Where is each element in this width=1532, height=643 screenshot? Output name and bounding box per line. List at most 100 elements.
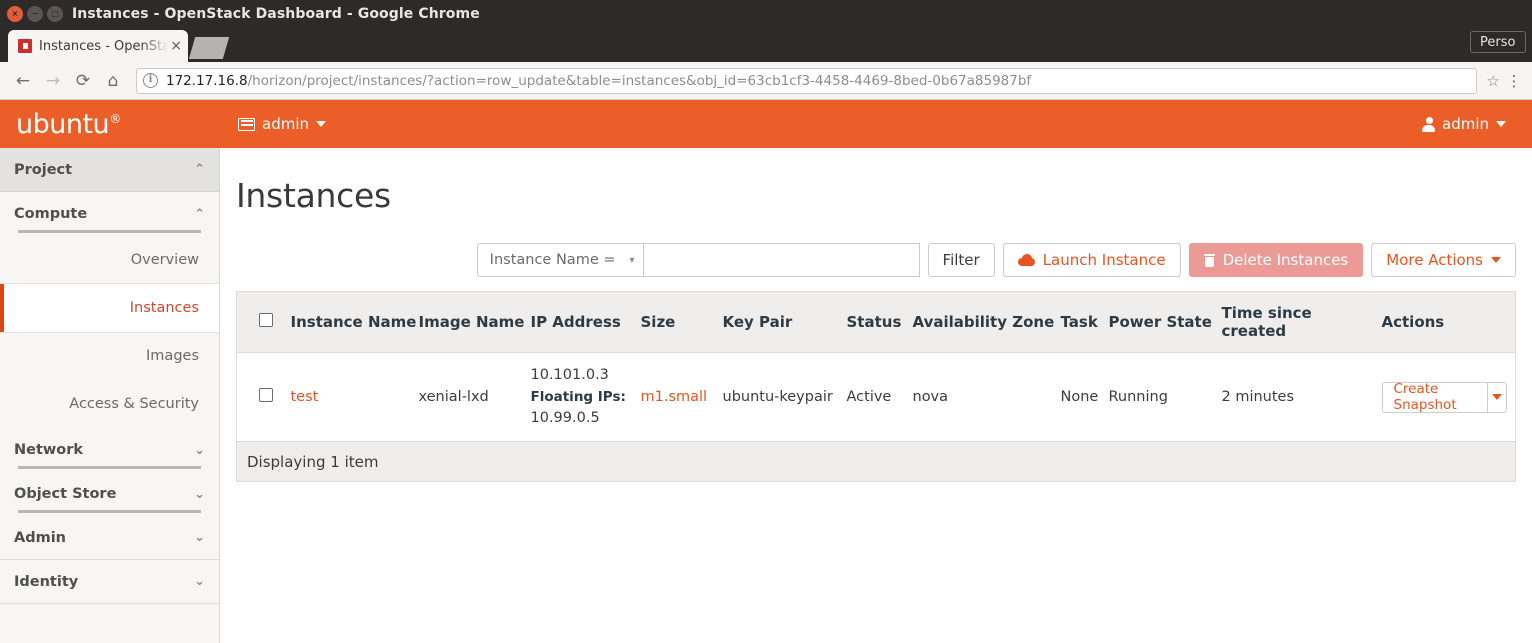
filter-button-label: Filter bbox=[943, 251, 980, 269]
address-bar[interactable]: i 172.17.16.8 /horizon/project/instances… bbox=[136, 68, 1477, 94]
sidebar-item-instances[interactable]: Instances bbox=[0, 284, 219, 332]
page-info-icon[interactable]: i bbox=[143, 73, 158, 88]
sidebar-group-network-label: Network bbox=[14, 442, 83, 458]
th-availability-zone[interactable]: Availability Zone bbox=[913, 292, 1061, 353]
th-image-name[interactable]: Image Name bbox=[419, 292, 531, 353]
launch-instance-label: Launch Instance bbox=[1043, 251, 1166, 269]
floating-ips-label: Floating IPs: bbox=[531, 387, 641, 408]
home-icon[interactable]: ⌂ bbox=[98, 66, 128, 96]
sidebar-group-admin[interactable]: Admin ⌄ bbox=[0, 516, 219, 560]
instances-table-body: test xenial-lxd 10.101.0.3 Floating IPs:… bbox=[237, 353, 1516, 442]
sidebar-item-access-security[interactable]: Access & Security bbox=[0, 380, 219, 428]
filter-field-select-label: Instance Name = bbox=[490, 252, 616, 268]
window-close-button[interactable]: × bbox=[7, 6, 23, 22]
back-icon[interactable]: ← bbox=[8, 66, 38, 96]
sidebar-group-project[interactable]: Project ⌃ bbox=[0, 148, 219, 192]
window-titlebar: × − □ Instances - OpenStack Dashboard - … bbox=[0, 0, 1532, 28]
ip-address-block: 10.101.0.3 Floating IPs: 10.99.0.5 bbox=[531, 364, 641, 430]
url-host: 172.17.16.8 bbox=[166, 73, 248, 89]
close-icon: × bbox=[12, 10, 19, 18]
trash-icon bbox=[1204, 254, 1215, 267]
profile-button-label: Perso bbox=[1480, 35, 1515, 50]
chevron-down-icon bbox=[1491, 257, 1501, 263]
launch-instance-button[interactable]: Launch Instance bbox=[1003, 243, 1181, 277]
main-content: Instances Instance Name = ▾ Filter Launc… bbox=[220, 148, 1532, 643]
sidebar-group-object-store-label: Object Store bbox=[14, 486, 116, 502]
url-path: /horizon/project/instances/?action=row_u… bbox=[248, 73, 1032, 89]
sidebar-group-compute[interactable]: Compute ⌃ bbox=[0, 192, 219, 236]
chevron-down-icon: ⌄ bbox=[194, 531, 205, 544]
floating-ip: 10.99.0.5 bbox=[531, 407, 641, 429]
table-header-row: Instance Name Image Name IP Address Size… bbox=[237, 292, 1516, 353]
more-actions-label: More Actions bbox=[1386, 251, 1483, 269]
row-actions-dropdown-toggle[interactable] bbox=[1488, 382, 1507, 413]
delete-instances-label: Delete Instances bbox=[1223, 251, 1349, 269]
chrome-menu-icon[interactable]: ⋮ bbox=[1504, 77, 1524, 85]
page-title: Instances bbox=[236, 176, 1516, 215]
sidebar-item-label: Images bbox=[146, 348, 199, 364]
ubuntu-logo: ubuntu® bbox=[0, 109, 230, 140]
cell-time-since-created: 2 minutes bbox=[1222, 353, 1382, 442]
openstack-favicon bbox=[18, 39, 32, 53]
row-actions-split-button: Create Snapshot bbox=[1382, 382, 1508, 413]
project-menu[interactable]: admin bbox=[230, 100, 334, 148]
more-actions-button[interactable]: More Actions bbox=[1371, 243, 1516, 277]
th-power-state[interactable]: Power State bbox=[1109, 292, 1222, 353]
th-status[interactable]: Status bbox=[847, 292, 913, 353]
th-instance-name[interactable]: Instance Name bbox=[291, 292, 419, 353]
create-snapshot-button[interactable]: Create Snapshot bbox=[1382, 382, 1488, 413]
instance-name-link[interactable]: test bbox=[291, 389, 319, 405]
sidebar-item-images[interactable]: Images bbox=[0, 332, 219, 380]
select-all-checkbox[interactable] bbox=[259, 313, 273, 327]
window-controls: × − □ bbox=[0, 6, 63, 22]
user-menu[interactable]: admin bbox=[1414, 100, 1514, 148]
user-menu-label: admin bbox=[1442, 115, 1489, 133]
th-time-since-created[interactable]: Time since created bbox=[1222, 292, 1382, 353]
th-size[interactable]: Size bbox=[641, 292, 723, 353]
th-select-all bbox=[237, 292, 291, 353]
dashboard-header: ubuntu® admin admin bbox=[0, 100, 1532, 148]
window-minimize-button[interactable]: − bbox=[27, 6, 43, 22]
bookmark-star-icon[interactable]: ☆ bbox=[1483, 72, 1504, 90]
create-snapshot-label: Create Snapshot bbox=[1394, 381, 1476, 413]
cell-row-select bbox=[237, 353, 291, 442]
filter-button[interactable]: Filter bbox=[928, 243, 995, 277]
browser-tab[interactable]: Instances - OpenStack Dashboard × bbox=[8, 30, 188, 62]
minimize-icon: − bbox=[32, 10, 39, 18]
table-row: test xenial-lxd 10.101.0.3 Floating IPs:… bbox=[237, 353, 1516, 442]
th-ip-address[interactable]: IP Address bbox=[531, 292, 641, 353]
window-title: Instances - OpenStack Dashboard - Google… bbox=[0, 6, 1532, 22]
profile-button[interactable]: Perso bbox=[1470, 31, 1526, 53]
sidebar-group-network[interactable]: Network ⌄ bbox=[0, 428, 219, 472]
sidebar: Project ⌃ Compute ⌃ Overview Instances I… bbox=[0, 148, 220, 643]
row-checkbox[interactable] bbox=[259, 388, 273, 402]
project-list-icon bbox=[238, 118, 255, 131]
instances-table: Instance Name Image Name IP Address Size… bbox=[236, 291, 1516, 442]
browser-toolbar: ← → ⟳ ⌂ i 172.17.16.8 /horizon/project/i… bbox=[0, 62, 1532, 100]
filter-field-select[interactable]: Instance Name = ▾ bbox=[477, 243, 644, 277]
delete-instances-button[interactable]: Delete Instances bbox=[1189, 243, 1364, 277]
sidebar-group-identity[interactable]: Identity ⌄ bbox=[0, 560, 219, 604]
window-maximize-button[interactable]: □ bbox=[47, 6, 63, 22]
sidebar-group-identity-label: Identity bbox=[14, 574, 78, 590]
filter-input[interactable] bbox=[644, 243, 920, 277]
project-menu-label: admin bbox=[262, 115, 309, 133]
tab-close-icon[interactable]: × bbox=[170, 39, 182, 53]
reload-icon[interactable]: ⟳ bbox=[68, 66, 98, 96]
content-area: Project ⌃ Compute ⌃ Overview Instances I… bbox=[0, 148, 1532, 643]
sidebar-group-compute-label: Compute bbox=[14, 206, 87, 222]
chevron-down-icon bbox=[316, 121, 326, 127]
flavor-link[interactable]: m1.small bbox=[641, 389, 708, 405]
sidebar-item-overview[interactable]: Overview bbox=[0, 236, 219, 284]
sidebar-item-label: Instances bbox=[130, 300, 199, 316]
sidebar-group-project-label: Project bbox=[14, 162, 72, 178]
cell-image-name: xenial-lxd bbox=[419, 353, 531, 442]
th-key-pair[interactable]: Key Pair bbox=[723, 292, 847, 353]
chevron-down-icon: ⌄ bbox=[194, 575, 205, 588]
cell-instance-name: test bbox=[291, 353, 419, 442]
new-tab-button[interactable] bbox=[189, 37, 229, 59]
sidebar-group-object-store[interactable]: Object Store ⌄ bbox=[0, 472, 219, 516]
th-task[interactable]: Task bbox=[1061, 292, 1109, 353]
sidebar-item-label: Access & Security bbox=[69, 396, 199, 412]
forward-icon[interactable]: → bbox=[38, 66, 68, 96]
